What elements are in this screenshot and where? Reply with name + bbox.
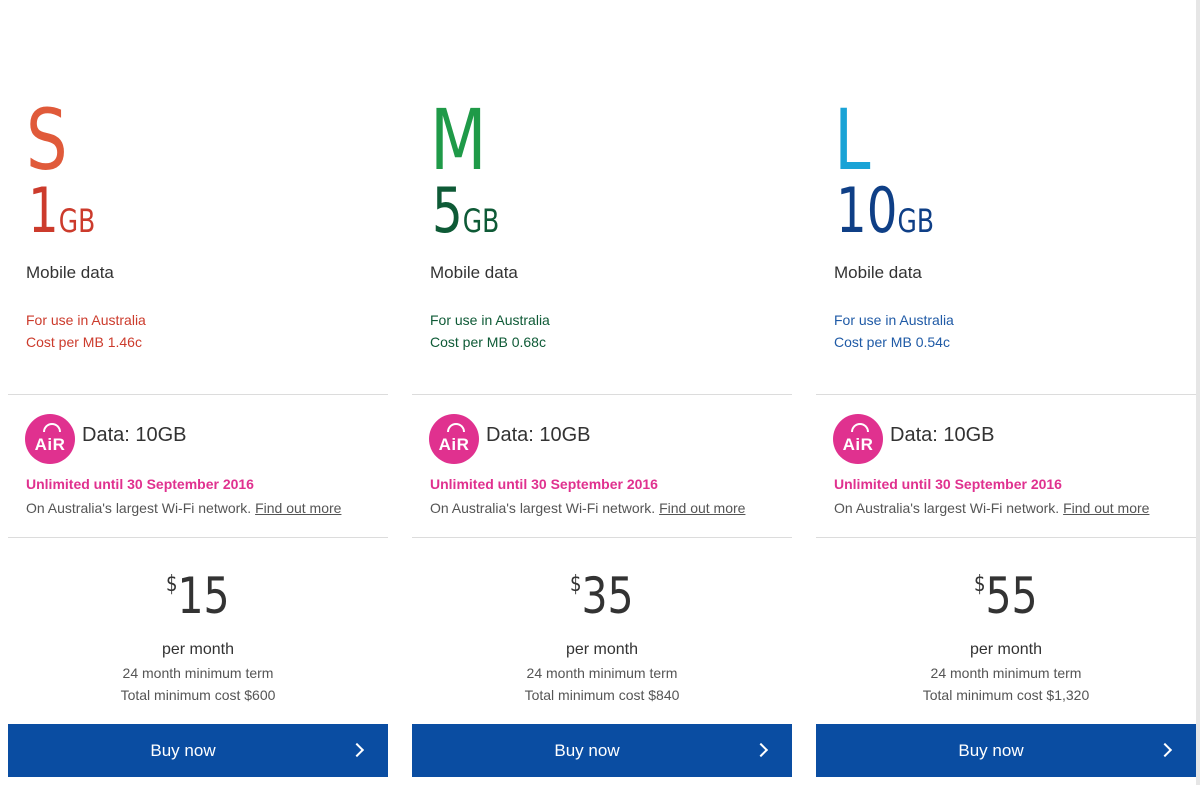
plan-card-s: S 1GB Mobile data For use in Australia C… xyxy=(8,0,388,785)
usage-region: For use in Australia xyxy=(834,312,954,328)
price-value: 35 xyxy=(581,567,634,625)
minimum-term: 24 month minimum term xyxy=(122,665,274,681)
air-logo-icon: AiR xyxy=(25,414,75,464)
price-currency: $ xyxy=(570,572,582,597)
divider xyxy=(412,537,792,538)
plan-size: L xyxy=(834,91,871,189)
air-network-info: On Australia's largest Wi-Fi network. Fi… xyxy=(430,500,745,516)
air-logo-icon: AiR xyxy=(833,414,883,464)
air-network-info: On Australia's largest Wi-Fi network. Fi… xyxy=(26,500,341,516)
plan-price: $15 xyxy=(8,566,388,626)
price-currency: $ xyxy=(166,572,178,597)
find-out-more-link[interactable]: Find out more xyxy=(1063,500,1149,516)
minimum-term: 24 month minimum term xyxy=(526,665,678,681)
mobile-data-label: Mobile data xyxy=(26,263,114,282)
divider xyxy=(412,394,792,395)
usage-region: For use in Australia xyxy=(26,312,146,328)
air-promo: Unlimited until 30 September 2016 xyxy=(26,476,254,492)
data-amount-unit: GB xyxy=(462,202,500,240)
usage-info: For use in Australia Cost per MB 0.54c xyxy=(834,309,954,353)
minimum-term: 24 month minimum term xyxy=(930,665,1082,681)
mobile-data-label: Mobile data xyxy=(430,263,518,282)
buy-now-label: Buy now xyxy=(958,741,1024,760)
plan-card-m: M 5GB Mobile data For use in Australia C… xyxy=(412,0,792,785)
divider xyxy=(816,394,1196,395)
total-minimum-cost: Total minimum cost $600 xyxy=(120,687,276,703)
air-promo: Unlimited until 30 September 2016 xyxy=(430,476,658,492)
data-amount-unit: GB xyxy=(897,202,935,240)
divider xyxy=(8,394,388,395)
plan-data-amount: 5GB xyxy=(432,180,499,242)
air-promo: Unlimited until 30 September 2016 xyxy=(834,476,1062,492)
plan-data-amount: 10GB xyxy=(836,180,934,242)
air-network-text: On Australia's largest Wi-Fi network. xyxy=(834,500,1060,516)
usage-info: For use in Australia Cost per MB 1.46c xyxy=(26,309,146,353)
total-minimum-cost: Total minimum cost $1,320 xyxy=(922,687,1090,703)
plan-size: M xyxy=(430,91,487,189)
data-amount-number: 1 xyxy=(28,174,59,247)
air-network-text: On Australia's largest Wi-Fi network. xyxy=(26,500,252,516)
price-value: 15 xyxy=(177,567,230,625)
air-logo-text: AiR xyxy=(842,435,874,454)
air-data-label: Data: 10GB xyxy=(890,424,995,446)
buy-now-button[interactable]: Buy now xyxy=(412,724,792,777)
page-edge xyxy=(1196,0,1200,785)
divider xyxy=(816,537,1196,538)
air-logo-icon: AiR xyxy=(429,414,479,464)
mobile-data-label: Mobile data xyxy=(834,263,922,282)
total-minimum-cost: Total minimum cost $840 xyxy=(524,687,680,703)
per-month-label: per month xyxy=(969,641,1043,658)
usage-info: For use in Australia Cost per MB 0.68c xyxy=(430,309,550,353)
air-logo-text: AiR xyxy=(34,435,66,454)
price-currency: $ xyxy=(974,572,986,597)
air-data-label: Data: 10GB xyxy=(82,424,187,446)
air-logo-text: AiR xyxy=(438,435,470,454)
plan-card-l: L 10GB Mobile data For use in Australia … xyxy=(816,0,1196,785)
air-data-label: Data: 10GB xyxy=(486,424,591,446)
find-out-more-link[interactable]: Find out more xyxy=(255,500,341,516)
plan-price: $55 xyxy=(816,566,1196,626)
plan-price: $35 xyxy=(412,566,792,626)
per-month-label: per month xyxy=(161,641,235,658)
buy-now-button[interactable]: Buy now xyxy=(8,724,388,777)
cost-per-mb: Cost per MB 0.54c xyxy=(834,334,950,350)
buy-now-label: Buy now xyxy=(150,741,216,760)
per-month-label: per month xyxy=(565,641,639,658)
data-amount-unit: GB xyxy=(58,202,96,240)
cost-per-mb: Cost per MB 1.46c xyxy=(26,334,142,350)
divider xyxy=(8,537,388,538)
buy-now-button[interactable]: Buy now xyxy=(816,724,1196,777)
price-value: 55 xyxy=(985,567,1038,625)
find-out-more-link[interactable]: Find out more xyxy=(659,500,745,516)
plan-data-amount: 1GB xyxy=(28,180,95,242)
air-network-text: On Australia's largest Wi-Fi network. xyxy=(430,500,656,516)
air-network-info: On Australia's largest Wi-Fi network. Fi… xyxy=(834,500,1149,516)
buy-now-label: Buy now xyxy=(554,741,620,760)
cost-per-mb: Cost per MB 0.68c xyxy=(430,334,546,350)
usage-region: For use in Australia xyxy=(430,312,550,328)
plan-size: S xyxy=(26,91,68,189)
plans-container: S 1GB Mobile data For use in Australia C… xyxy=(0,0,1200,785)
data-amount-number: 10 xyxy=(836,174,898,247)
data-amount-number: 5 xyxy=(432,174,463,247)
